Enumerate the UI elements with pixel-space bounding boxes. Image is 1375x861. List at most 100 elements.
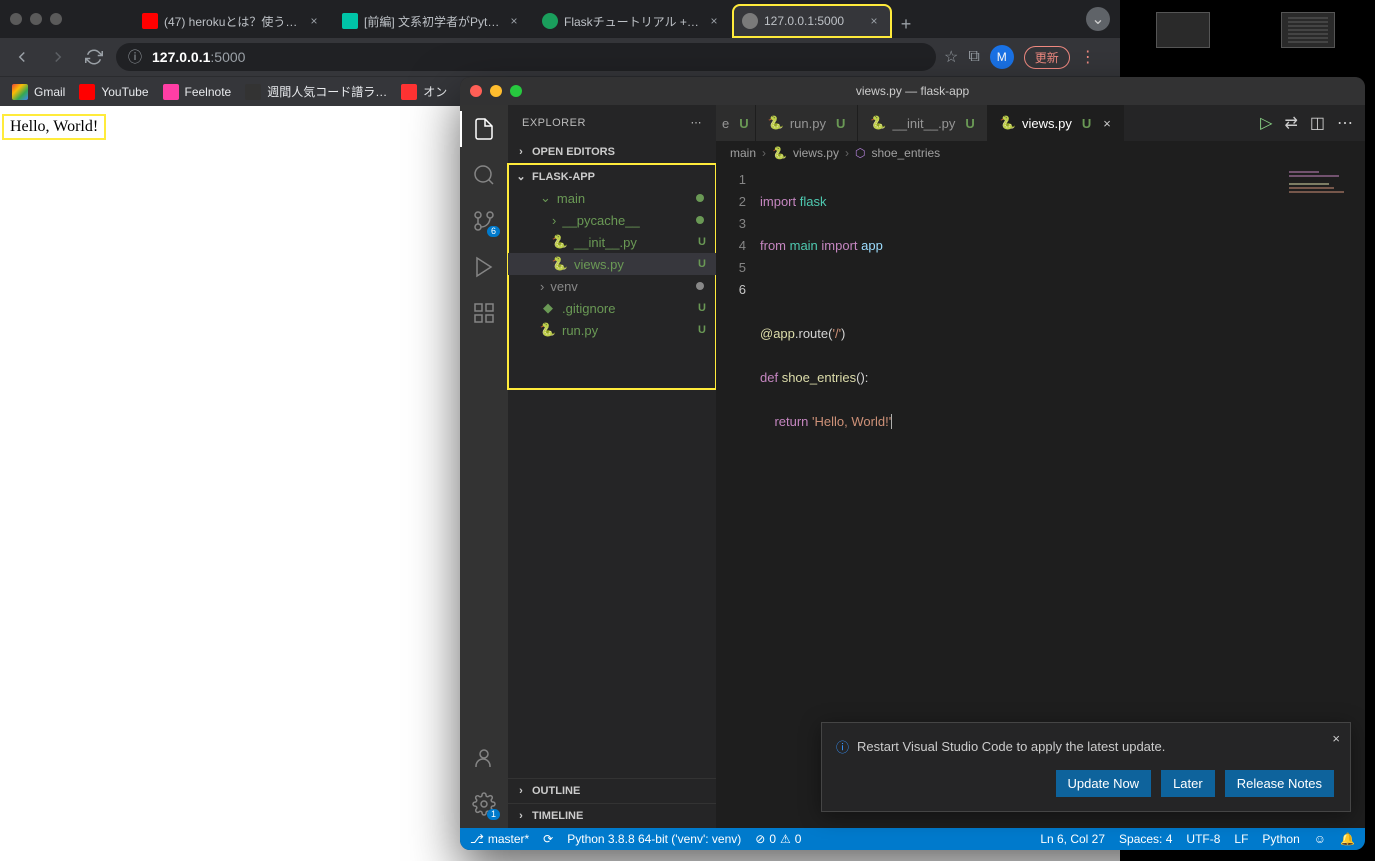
maximize-window[interactable] (510, 85, 522, 97)
toolbar-right: ☆ ⧉ M 更新 ⋮ (944, 45, 1096, 69)
breadcrumb[interactable]: main › 🐍 views.py › ⬡ shoe_entries (716, 141, 1365, 165)
bookmark-online[interactable]: オン (401, 83, 447, 100)
bookmark-star-icon[interactable]: ☆ (944, 47, 958, 67)
feedback-icon[interactable]: ☺ (1314, 832, 1326, 846)
close-window[interactable] (470, 85, 482, 97)
editor-tab-hidden[interactable]: eU (716, 105, 756, 141)
file-init[interactable]: 🐍__init__.pyU (508, 231, 716, 253)
explorer-sidebar: EXPLORER ⋯ ›OPEN EDITORS ⌄FLASK-APP ⌄mai… (508, 105, 716, 828)
language-mode[interactable]: Python (1262, 832, 1299, 846)
run-icon[interactable]: ▷ (1260, 113, 1272, 133)
bookmark-label: Feelnote (185, 85, 232, 99)
editor-tab-views[interactable]: 🐍views.pyU× (988, 105, 1124, 141)
close-window[interactable] (10, 13, 22, 25)
file-run[interactable]: 🐍run.pyU (508, 319, 716, 341)
cursor-position[interactable]: Ln 6, Col 27 (1040, 832, 1105, 846)
extensions-icon[interactable] (470, 299, 498, 327)
outline-section[interactable]: ›OUTLINE (508, 778, 716, 803)
tab-title: 127.0.0.1:5000 (764, 14, 860, 28)
chevron-down-icon: ⌄ (514, 170, 528, 183)
encoding[interactable]: UTF-8 (1186, 832, 1220, 846)
close-icon[interactable]: × (306, 13, 322, 29)
python-interpreter[interactable]: Python 3.8.8 64-bit ('venv': venv) (567, 832, 741, 846)
more-icon[interactable]: ⋯ (1337, 113, 1353, 133)
close-icon[interactable]: × (506, 13, 522, 29)
sidebar-bottom-sections: ›OUTLINE ›TIMELINE (508, 778, 716, 828)
git-branch[interactable]: ⎇master* (470, 832, 529, 846)
desktop-thumbnail-1[interactable] (1156, 12, 1210, 48)
update-button[interactable]: 更新 (1024, 46, 1070, 69)
search-icon[interactable] (470, 161, 498, 189)
browser-tab-1[interactable]: [前編] 文系初学者がPython×Fl × (332, 4, 532, 38)
editor-tab-run[interactable]: 🐍run.pyU (756, 105, 859, 141)
bookmark-label: YouTube (101, 85, 148, 99)
bookmark-feelnote[interactable]: Feelnote (163, 84, 232, 100)
python-icon: 🐍 (772, 146, 787, 160)
settings-gear-icon[interactable]: 1 (470, 790, 498, 818)
breadcrumb-segment[interactable]: shoe_entries (871, 146, 940, 160)
back-button[interactable] (8, 43, 36, 71)
problems[interactable]: ⊘0 ⚠0 (755, 832, 801, 846)
close-icon[interactable]: × (1103, 116, 1111, 131)
python-icon: 🐍 (540, 322, 556, 338)
browser-tab-3[interactable]: 127.0.0.1:5000 × (732, 4, 892, 38)
address-bar[interactable]: ⓘ 127.0.0.1:5000 (116, 43, 936, 71)
editor-tabbar: eU 🐍run.pyU 🐍__init__.pyU 🐍views.pyU× ▷ … (716, 105, 1365, 141)
timeline-section[interactable]: ›TIMELINE (508, 803, 716, 828)
reload-button[interactable] (80, 43, 108, 71)
desktop-thumbnail-2[interactable] (1281, 12, 1335, 48)
reading-list-icon[interactable]: ⧉ (968, 48, 979, 66)
indentation[interactable]: Spaces: 4 (1119, 832, 1172, 846)
browser-toolbar: ⓘ 127.0.0.1:5000 ☆ ⧉ M 更新 ⋮ (0, 38, 1120, 76)
accounts-icon[interactable] (470, 744, 498, 772)
release-notes-button[interactable]: Release Notes (1225, 770, 1334, 797)
split-icon[interactable]: ◫ (1310, 113, 1325, 133)
folder-main[interactable]: ⌄main (508, 187, 716, 209)
notifications-icon[interactable]: 🔔 (1340, 832, 1355, 846)
bookmark-chords[interactable]: 週間人気コード譜ラ… (245, 83, 387, 100)
sync-button[interactable]: ⟳ (543, 832, 553, 846)
file-label: views.py (574, 257, 624, 272)
update-now-button[interactable]: Update Now (1056, 770, 1152, 797)
activity-bar: 6 1 (460, 105, 508, 828)
scm-badge: 6 (487, 226, 500, 237)
breadcrumb-segment[interactable]: views.py (793, 146, 839, 160)
breadcrumb-segment[interactable]: main (730, 146, 756, 160)
menu-icon[interactable]: ⋮ (1080, 47, 1096, 67)
bookmark-youtube[interactable]: YouTube (79, 84, 148, 100)
new-tab-button[interactable]: + (892, 10, 920, 38)
section-label: OUTLINE (532, 785, 580, 797)
eol[interactable]: LF (1234, 832, 1248, 846)
project-root[interactable]: ⌄FLASK-APP (508, 168, 716, 185)
open-editors-section[interactable]: ›OPEN EDITORS (508, 144, 716, 160)
diff-icon[interactable]: ⇄ (1284, 113, 1297, 133)
folder-pycache[interactable]: ›__pycache__ (508, 209, 716, 231)
profile-avatar[interactable]: M (990, 45, 1014, 69)
forward-button[interactable] (44, 43, 72, 71)
bookmark-gmail[interactable]: Gmail (12, 84, 65, 100)
maximize-window[interactable] (50, 13, 62, 25)
file-gitignore[interactable]: ◆.gitignoreU (508, 297, 716, 319)
later-button[interactable]: Later (1161, 770, 1215, 797)
close-icon[interactable]: × (706, 13, 722, 29)
minimize-window[interactable] (30, 13, 42, 25)
file-label: run.py (562, 323, 598, 338)
minimize-window[interactable] (490, 85, 502, 97)
chevron-down-icon[interactable]: ⌄ (1086, 7, 1110, 31)
tab-label: e (722, 116, 729, 131)
run-debug-icon[interactable] (470, 253, 498, 281)
close-icon[interactable]: × (866, 13, 882, 29)
close-icon[interactable]: × (1332, 731, 1340, 746)
browser-tab-2[interactable]: Flaskチュートリアル + heroku × (532, 4, 732, 38)
browser-titlebar-right: ⌄ (1086, 7, 1110, 31)
explorer-icon[interactable] (470, 115, 498, 143)
chevron-right-icon: › (514, 146, 528, 158)
file-views[interactable]: 🐍views.pyU (508, 253, 716, 275)
more-icon[interactable]: ⋯ (691, 116, 703, 129)
error-icon: ⊘ (755, 832, 765, 846)
source-control-icon[interactable]: 6 (470, 207, 498, 235)
editor-group: eU 🐍run.pyU 🐍__init__.pyU 🐍views.pyU× ▷ … (716, 105, 1365, 828)
folder-venv[interactable]: ›venv (508, 275, 716, 297)
browser-tab-0[interactable]: (47) herokuとは？使うメリッ × (132, 4, 332, 38)
editor-tab-init[interactable]: 🐍__init__.pyU (858, 105, 987, 141)
